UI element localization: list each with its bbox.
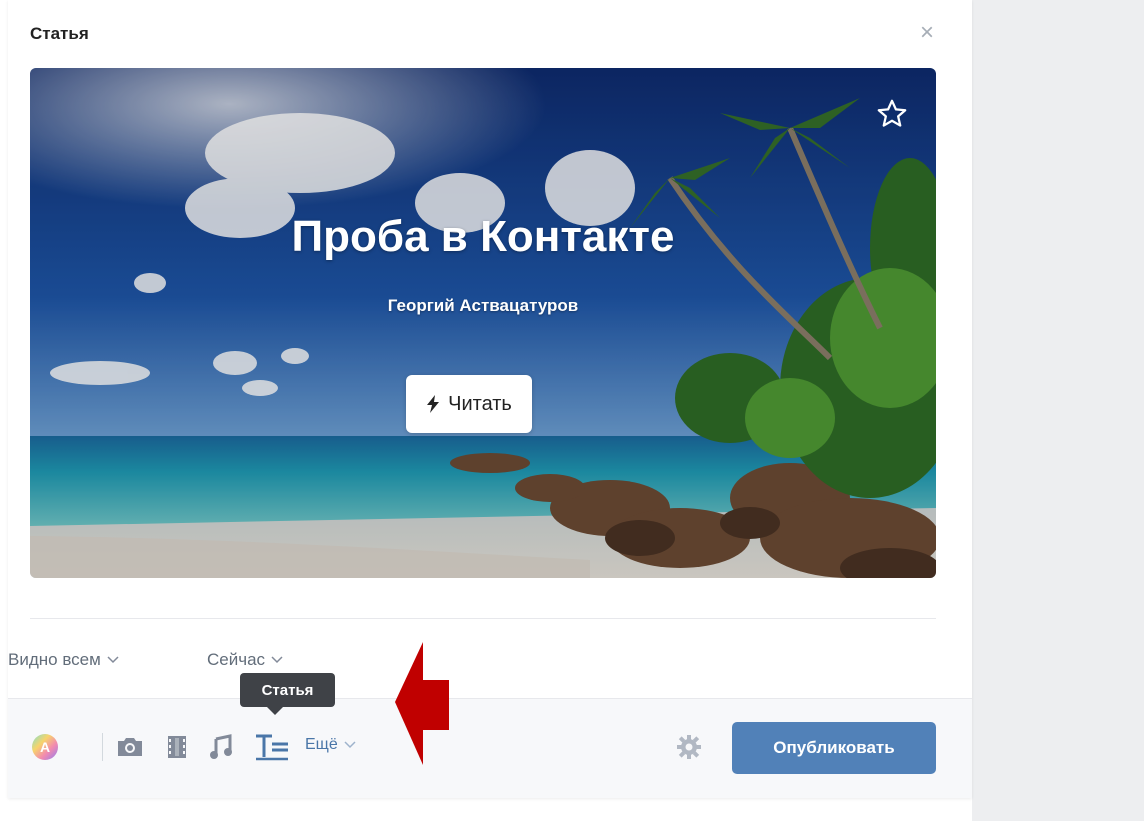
more-button[interactable]: Ещё — [305, 736, 356, 754]
page-bottom — [0, 797, 972, 821]
publish-button[interactable]: Опубликовать — [732, 722, 936, 774]
video-icon[interactable] — [166, 734, 188, 760]
article-author: Георгий Аствацатуров — [387, 296, 579, 315]
beach-background — [30, 68, 936, 578]
time-dropdown[interactable]: Сейчас — [207, 650, 283, 670]
svg-text:A: A — [40, 739, 50, 755]
chevron-down-icon — [107, 656, 119, 664]
right-panel — [972, 0, 1144, 821]
camera-icon[interactable] — [116, 735, 144, 759]
close-icon[interactable]: × — [916, 21, 938, 45]
lightning-icon — [427, 395, 440, 413]
article-cover[interactable] — [30, 68, 936, 578]
star-icon[interactable] — [874, 96, 910, 132]
toolbar-divider — [102, 733, 103, 761]
annotation-arrow — [395, 642, 449, 765]
time-label: Сейчас — [207, 650, 266, 669]
visibility-dropdown[interactable]: Видно всем — [8, 650, 119, 670]
gear-icon[interactable] — [676, 734, 702, 760]
read-button-label: Читать — [448, 392, 512, 415]
editor-title: Статья — [30, 24, 89, 43]
tooltip: Статья — [240, 673, 335, 707]
chevron-down-icon — [344, 741, 356, 749]
music-icon[interactable] — [208, 734, 234, 760]
article-title: Проба в Контакте — [291, 212, 675, 261]
read-button[interactable]: Читать — [406, 375, 532, 433]
visibility-label: Видно всем — [8, 650, 101, 669]
avatar-icon[interactable]: A — [30, 732, 60, 762]
divider — [30, 618, 936, 619]
chevron-down-icon — [271, 656, 283, 664]
tooltip-pointer — [267, 707, 283, 715]
article-icon[interactable] — [254, 733, 290, 761]
more-label: Ещё — [305, 736, 338, 753]
